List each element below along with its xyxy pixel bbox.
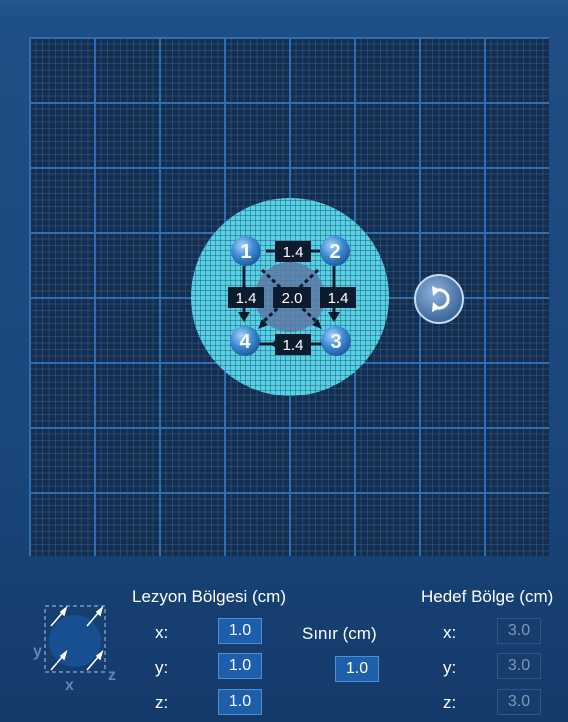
- lesion-x-label: x:: [155, 623, 169, 642]
- target-y-field: 3.0: [497, 653, 541, 679]
- axis-sphere: [49, 615, 101, 667]
- distance-bottom-tag: 1.4: [275, 334, 311, 355]
- point-2[interactable]: 2: [320, 236, 350, 266]
- axis-x-label: x: [65, 677, 74, 692]
- target-title: Hedef Bölge (cm): [421, 587, 554, 606]
- target-z-label: z:: [443, 693, 457, 712]
- distance-left-tag: 1.4: [228, 287, 264, 308]
- axis-y-label: y: [33, 643, 42, 660]
- distance-left-value: 1.4: [236, 290, 257, 307]
- distance-center-value: 2.0: [282, 290, 303, 307]
- lesion-y-label: y:: [155, 658, 169, 677]
- lesion-z-field[interactable]: 1.0: [218, 689, 262, 715]
- point-1-label: 1: [240, 241, 251, 263]
- distance-top-value: 1.4: [283, 244, 304, 261]
- distance-right-value: 1.4: [328, 290, 349, 307]
- target-y-label: y:: [443, 658, 457, 677]
- target-x-field: 3.0: [497, 618, 541, 644]
- target-x-label: x:: [443, 623, 457, 642]
- margin-title: Sınır (cm): [302, 624, 377, 643]
- rotate-icon: [432, 286, 450, 312]
- point-4-label: 4: [239, 331, 251, 353]
- lesion-z-label: z:: [155, 693, 169, 712]
- distance-right-tag: 1.4: [320, 287, 356, 308]
- distance-bottom-value: 1.4: [283, 337, 304, 354]
- target-z-field: 3.0: [497, 689, 541, 715]
- point-3[interactable]: 3: [321, 326, 351, 356]
- lesion-title: Lezyon Bölgesi (cm): [132, 587, 287, 606]
- point-3-label: 3: [330, 331, 341, 353]
- axis-orientation-widget: y x z: [33, 596, 123, 694]
- lesion-x-field[interactable]: 1.0: [218, 618, 262, 644]
- point-2-label: 2: [329, 241, 340, 263]
- axis-z-label: z: [108, 667, 116, 684]
- margin-field[interactable]: 1.0: [335, 656, 379, 682]
- lesion-y-field[interactable]: 1.0: [218, 653, 262, 679]
- point-1[interactable]: 1: [231, 236, 261, 266]
- point-4[interactable]: 4: [230, 326, 260, 356]
- distance-top-tag: 1.4: [275, 241, 311, 262]
- rotate-button[interactable]: [414, 274, 464, 324]
- distance-center-tag: 2.0: [273, 287, 311, 308]
